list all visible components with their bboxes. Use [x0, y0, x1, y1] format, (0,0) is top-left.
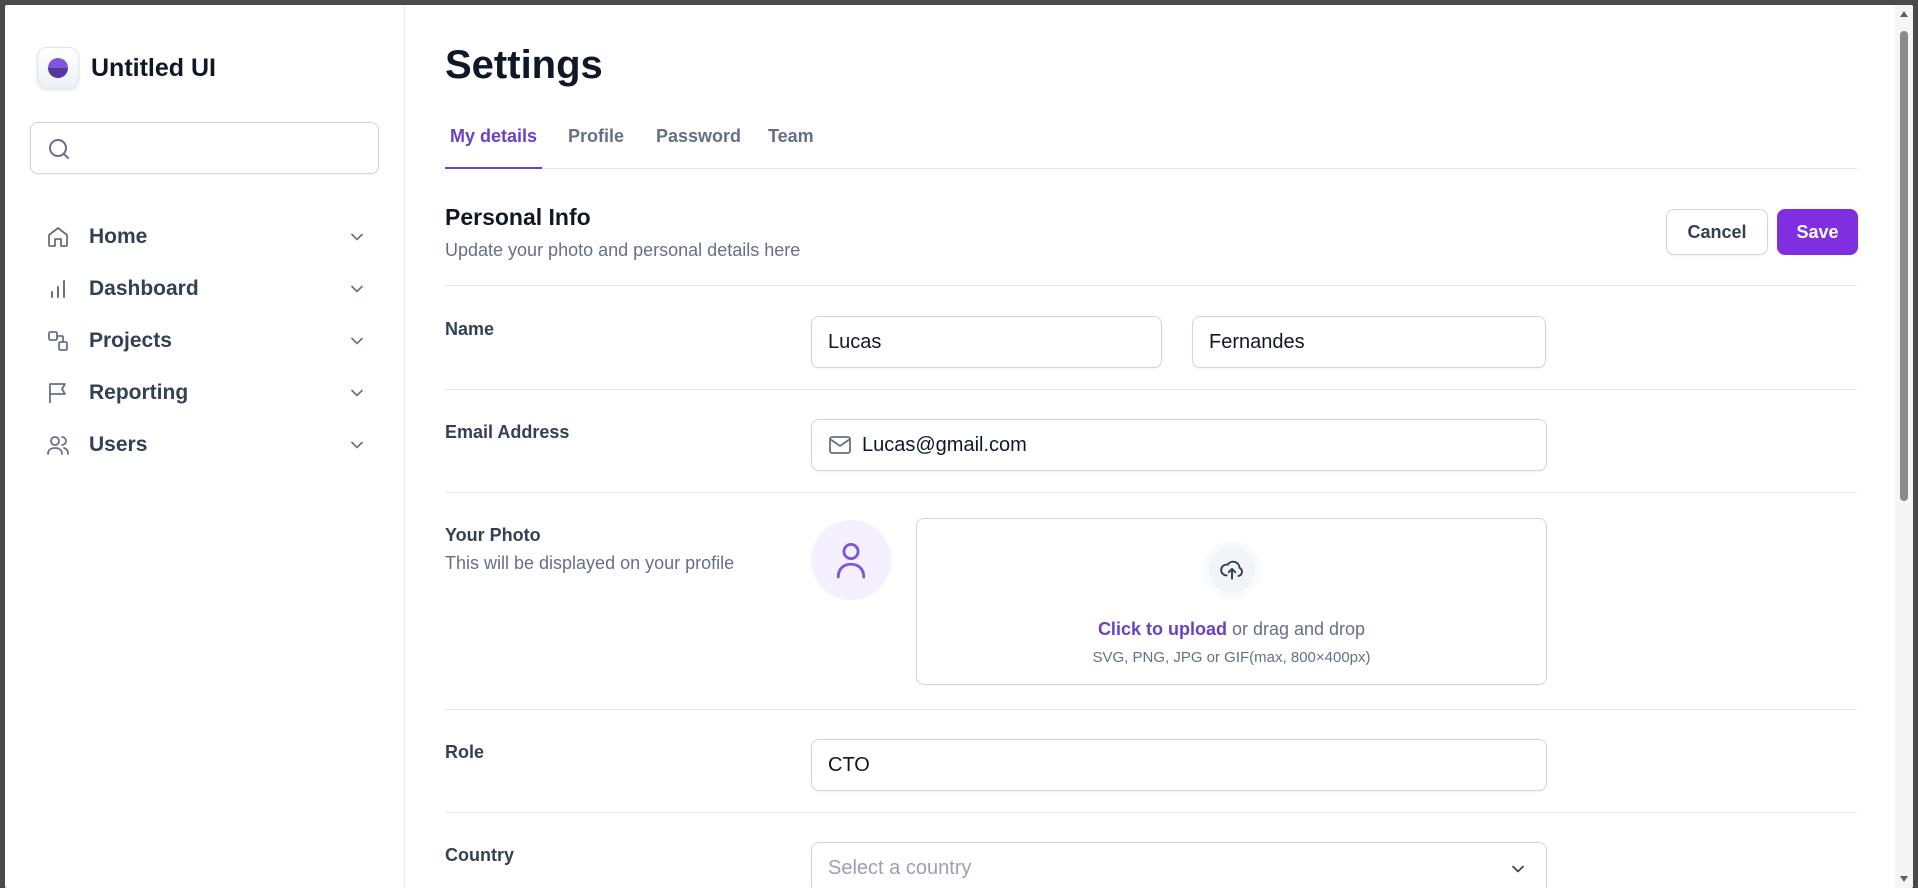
divider [445, 492, 1857, 493]
sidebar-item-users[interactable]: Users [45, 419, 375, 471]
first-name-value: Lucas [828, 330, 882, 353]
tab-password[interactable]: Password [651, 126, 746, 169]
sidebar-item-label: Home [89, 225, 148, 248]
role-input[interactable]: CTO [811, 739, 1547, 791]
sidebar-item-label: Reporting [89, 381, 189, 404]
tab-my-details[interactable]: My details [445, 126, 543, 169]
click-to-upload-link[interactable]: Click to upload [1098, 619, 1227, 639]
chevron-down-icon[interactable] [347, 383, 367, 408]
home-icon [45, 224, 71, 250]
chevron-down-icon[interactable] [347, 331, 367, 356]
tab-bar: My details Profile Password Team [445, 120, 1857, 169]
section-title: Personal Info [445, 204, 591, 230]
upload-formats: SVG, PNG, JPG or GIF(max, 800×400px) [1092, 649, 1371, 666]
scrollbar-thumb[interactable] [1900, 31, 1908, 501]
sidebar-item-label: Dashboard [89, 277, 199, 300]
cancel-button[interactable]: Cancel [1666, 209, 1768, 255]
divider [445, 389, 1857, 390]
upload-instructions: Click to upload or drag and drop [917, 619, 1546, 640]
sidebar-item-reporting[interactable]: Reporting [45, 367, 375, 419]
bar-chart-icon [45, 276, 71, 302]
upload-dropzone[interactable]: Click to upload or drag and drop SVG, PN… [916, 518, 1547, 685]
scroll-up-arrow-icon [1900, 11, 1908, 17]
sidebar-item-home[interactable]: Home [45, 211, 375, 263]
scroll-down-arrow-icon [1900, 876, 1908, 882]
divider [445, 812, 1857, 813]
last-name-value: Fernandes [1209, 330, 1305, 353]
tab-team[interactable]: Team [763, 126, 819, 169]
layers-icon [45, 328, 71, 354]
name-label: Name [445, 319, 495, 339]
photo-label: Your Photo [445, 525, 541, 545]
country-select[interactable]: Select a country [811, 842, 1547, 888]
sidebar-nav: Home Dashboard Projects Reporting Users [45, 211, 375, 471]
brand-name: Untitled UI [91, 53, 216, 82]
mail-icon [828, 433, 852, 457]
photo-hint: This will be displayed on your profile [445, 553, 735, 573]
logo-icon [37, 47, 79, 89]
flag-icon [45, 380, 71, 406]
user-icon [836, 543, 866, 579]
upload-cloud-icon [1203, 541, 1261, 599]
country-placeholder: Select a country [828, 856, 972, 879]
last-name-input[interactable]: Fernandes [1192, 316, 1546, 368]
sidebar-item-label: Users [89, 433, 148, 456]
role-label: Role [445, 742, 485, 762]
drag-drop-text: or drag and drop [1226, 619, 1366, 639]
email-label: Email Address [445, 422, 570, 442]
avatar [811, 520, 891, 600]
users-icon [45, 432, 71, 458]
first-name-input[interactable]: Lucas [811, 316, 1162, 368]
page-title: Settings [445, 43, 603, 87]
sidebar-item-label: Projects [89, 329, 172, 352]
chevron-down-icon[interactable] [347, 279, 367, 304]
divider [445, 285, 1857, 286]
search-box[interactable] [30, 122, 379, 174]
main-content: Settings My details Profile Password Tea… [405, 5, 1913, 888]
section-subtitle: Update your photo and personal details h… [445, 240, 801, 260]
tab-profile[interactable]: Profile [563, 126, 629, 169]
chevron-down-icon [1508, 859, 1528, 885]
divider [445, 709, 1857, 710]
chevron-down-icon[interactable] [347, 227, 367, 252]
chevron-down-icon[interactable] [347, 435, 367, 460]
brand[interactable]: Untitled UI [37, 47, 216, 89]
sidebar-item-dashboard[interactable]: Dashboard [45, 263, 375, 315]
country-label: Country [445, 845, 514, 865]
role-value: CTO [828, 753, 870, 776]
sidebar-item-projects[interactable]: Projects [45, 315, 375, 367]
search-icon [47, 137, 71, 166]
vertical-scrollbar[interactable] [1895, 5, 1913, 888]
save-button[interactable]: Save [1777, 209, 1858, 255]
search-input[interactable] [83, 133, 363, 163]
email-value: Lucas@gmail.com [862, 433, 1027, 456]
app-window: Untitled UI Home Dashboard Projects Repo… [5, 5, 1913, 888]
email-field[interactable]: Lucas@gmail.com [811, 419, 1547, 471]
sidebar: Untitled UI Home Dashboard Projects Repo… [5, 5, 405, 888]
